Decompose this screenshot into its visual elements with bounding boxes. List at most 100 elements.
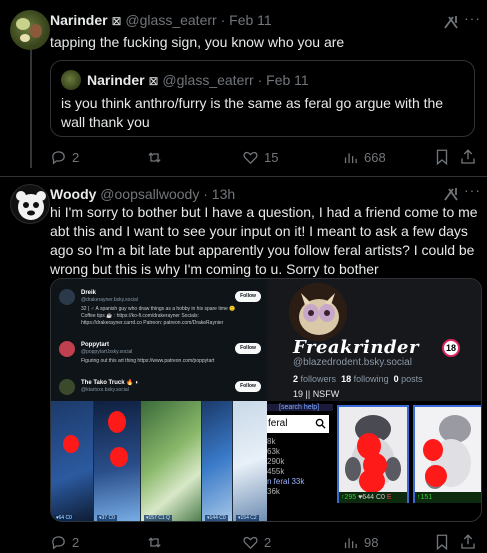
media-follow-list[interactable]: Dreik @drakerayner.bsky.social 32 | ♂ A … bbox=[51, 279, 267, 401]
reply-button[interactable]: 2 bbox=[50, 147, 79, 167]
views-icon bbox=[344, 152, 357, 163]
post-narinder[interactable]: Narinder ⊠ @glass_eaterr · Feb 11 ··· ta… bbox=[0, 0, 487, 170]
followers-count: 2 bbox=[293, 374, 299, 384]
media-grid[interactable]: Dreik @drakerayner.bsky.social 32 | ♂ A … bbox=[50, 278, 482, 522]
quote-text: is you think anthro/furry is the same as… bbox=[61, 95, 444, 130]
quote-author-name: Narinder bbox=[87, 72, 145, 88]
media-search[interactable]: [search help] feral 8k 63k 290k 455k n f… bbox=[267, 401, 481, 521]
post-card: ↑295 ♥644 C0 E bbox=[337, 405, 409, 503]
posts-label: posts bbox=[401, 374, 423, 384]
search-result: 290k bbox=[267, 457, 285, 466]
card-comments: C0 bbox=[375, 494, 385, 501]
view-count: 98 bbox=[364, 534, 379, 550]
share-icon[interactable] bbox=[459, 533, 477, 551]
post-text: hi I'm sorry to bother but I have a ques… bbox=[50, 204, 478, 277]
profile-handle: @blazedrodent.bsky.social bbox=[293, 357, 412, 368]
thumb-stat: ▾157 C1 Q bbox=[144, 515, 172, 521]
repost-icon bbox=[148, 536, 161, 548]
author-name[interactable]: Narinder bbox=[50, 12, 108, 28]
views-icon bbox=[344, 537, 357, 548]
quote-avatar bbox=[61, 70, 81, 90]
bookmark-icon[interactable] bbox=[433, 148, 451, 166]
bookmark-icon[interactable] bbox=[433, 533, 451, 551]
post-header: Woody @oopsallwoody · 13h bbox=[50, 186, 235, 202]
gallery-thumb: ▾157 C1 Q bbox=[141, 401, 201, 521]
avatar bbox=[59, 379, 75, 395]
search-result: n feral 33k bbox=[267, 477, 305, 486]
post-card: ↑151 bbox=[413, 405, 481, 503]
quote-time: Feb 11 bbox=[266, 72, 309, 88]
profile-tags: 19 || NSFW bbox=[293, 389, 340, 399]
list-item-handle: @poppytart.bsky.social bbox=[81, 349, 133, 355]
quoted-post[interactable]: Narinder ⊠ @glass_eaterr · Feb 11 is you… bbox=[50, 60, 475, 137]
author-name[interactable]: Woody bbox=[50, 186, 96, 202]
avatar[interactable] bbox=[10, 10, 50, 50]
gallery-thumb: ▾154 C2 bbox=[233, 401, 267, 521]
gallery-thumb: ▾37 C0 bbox=[94, 401, 140, 521]
list-item: The Tako Truck 🔥 ◐ @ktartxxx.bsky.social… bbox=[59, 379, 261, 399]
post-text: tapping the fucking sign, you know who y… bbox=[50, 34, 345, 50]
avatar-face bbox=[16, 191, 46, 220]
like-count: 15 bbox=[264, 149, 279, 165]
search-result: 63k bbox=[267, 447, 280, 456]
reply-count: 2 bbox=[72, 534, 80, 550]
following-label: following bbox=[353, 374, 389, 384]
like-button[interactable]: 15 bbox=[242, 147, 278, 167]
badge-icon: ⊠ bbox=[111, 14, 122, 28]
grok-icon[interactable] bbox=[443, 186, 459, 202]
reply-button[interactable]: 2 bbox=[50, 532, 79, 552]
card-stat: ↑151 bbox=[415, 492, 481, 503]
more-icon[interactable]: ··· bbox=[464, 182, 481, 198]
avatar bbox=[59, 341, 75, 357]
card-rating: E bbox=[386, 494, 392, 501]
like-button[interactable]: 2 bbox=[242, 532, 271, 552]
heart-icon bbox=[243, 151, 258, 164]
avatar[interactable] bbox=[10, 184, 50, 224]
card-score: ↑151 bbox=[417, 494, 433, 501]
reply-icon bbox=[52, 535, 65, 549]
search-input: feral bbox=[267, 415, 329, 433]
repost-button[interactable] bbox=[146, 147, 168, 167]
post-time[interactable]: 13h bbox=[212, 186, 235, 202]
post-actions: 2 2 98 bbox=[50, 532, 475, 552]
gallery-thumb: ▾144 C0 bbox=[202, 401, 232, 521]
views-button[interactable]: 668 bbox=[342, 147, 386, 167]
share-icon[interactable] bbox=[459, 148, 477, 166]
search-help-link: [search help] bbox=[267, 404, 333, 411]
card-favs: ♥644 bbox=[358, 494, 374, 501]
separator-dot: · bbox=[257, 72, 263, 88]
separator-dot: · bbox=[220, 12, 226, 28]
author-handle[interactable]: @glass_eaterr bbox=[125, 12, 216, 28]
repost-icon bbox=[148, 151, 161, 163]
gallery-thumb: ▾64 C0 bbox=[51, 401, 93, 521]
following-count: 18 bbox=[341, 374, 352, 384]
grok-icon[interactable] bbox=[443, 14, 459, 30]
search-icon bbox=[315, 418, 326, 429]
quote-badge-icon: ⊠ bbox=[148, 74, 159, 88]
list-item: Poppytart @poppytart.bsky.social Figurin… bbox=[59, 341, 261, 371]
list-item-handle: @ktartxxx.bsky.social bbox=[81, 387, 129, 393]
card-stat: ↑295 ♥644 C0 E bbox=[339, 492, 407, 503]
more-icon[interactable]: ··· bbox=[464, 10, 481, 26]
search-result: 455k bbox=[267, 467, 285, 476]
author-handle[interactable]: @oopsallwoody bbox=[100, 186, 199, 202]
views-button[interactable]: 98 bbox=[342, 532, 378, 552]
repost-button[interactable] bbox=[146, 532, 168, 552]
list-item-handle: @drakerayner.bsky.social bbox=[81, 297, 138, 303]
media-gallery[interactable]: ▾64 C0 ▾37 C0 ▾157 C1 Q ▾144 C0 ▾154 C2 bbox=[51, 401, 267, 521]
list-item-bio: 32 | ♂ A spanish guy who draw things as … bbox=[81, 306, 236, 326]
post-time[interactable]: Feb 11 bbox=[229, 12, 272, 28]
profile-stats: 2 followers 18 following 0 posts bbox=[293, 374, 423, 384]
media-profile[interactable]: Freakrinder 18 @blazedrodent.bsky.social… bbox=[267, 279, 481, 401]
thumb-stat: ▾144 C0 bbox=[205, 515, 228, 521]
thumb-stat: ▾154 C2 bbox=[236, 515, 259, 521]
like-count: 2 bbox=[264, 534, 272, 550]
list-item: Dreik @drakerayner.bsky.social 32 | ♂ A … bbox=[59, 289, 261, 333]
post-header: Narinder ⊠ @glass_eaterr · Feb 11 bbox=[50, 12, 272, 28]
card-score: ↑295 bbox=[341, 494, 357, 501]
quote-header: Narinder ⊠ @glass_eaterr · Feb 11 bbox=[87, 72, 309, 88]
thumb-stat: ▾37 C0 bbox=[97, 515, 117, 521]
heart-icon bbox=[243, 536, 258, 549]
age-badge: 18 bbox=[442, 339, 460, 357]
profile-display-name: Freakrinder bbox=[293, 337, 419, 358]
